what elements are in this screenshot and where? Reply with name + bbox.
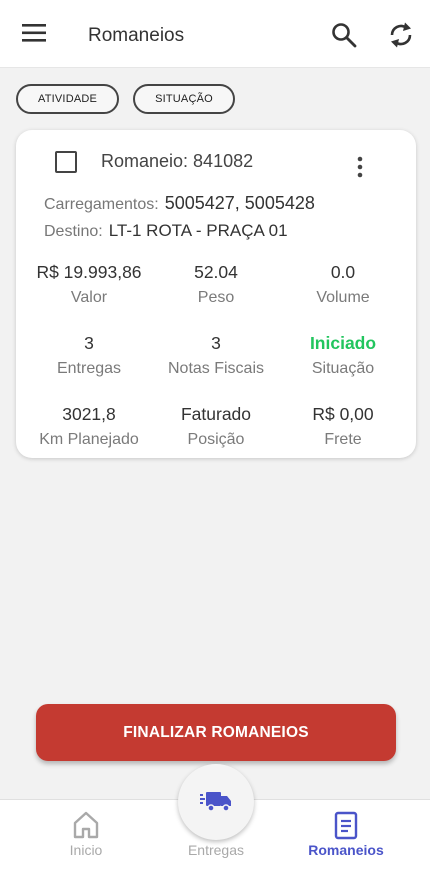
entregas-fab[interactable] bbox=[178, 764, 254, 840]
stat-notas-fiscais: 3 Notas Fiscais bbox=[143, 333, 289, 378]
romaneio-title: Romaneio: 841082 bbox=[101, 151, 254, 171]
select-checkbox[interactable] bbox=[55, 151, 77, 173]
stat-peso: 52.04 Peso bbox=[143, 262, 289, 307]
stat-value: R$ 19.993,86 bbox=[36, 262, 142, 282]
stat-posicao: Faturado Posição bbox=[143, 404, 289, 449]
stat-frete: R$ 0,00 Frete bbox=[270, 404, 416, 449]
stat-label: Valor bbox=[70, 289, 108, 306]
carregamentos-row: Carregamentos: 5005427, 5005428 bbox=[44, 193, 315, 214]
stat-value: 0.0 bbox=[330, 262, 356, 282]
app-bar: Romaneios bbox=[0, 0, 430, 68]
stat-volume: 0.0 Volume bbox=[270, 262, 416, 307]
carregamentos-value: 5005427, 5005428 bbox=[164, 193, 315, 213]
stat-label: Frete bbox=[324, 431, 362, 448]
stat-entregas: 3 Entregas bbox=[16, 333, 162, 378]
destino-row: Destino: LT-1 ROTA - PRAÇA 01 bbox=[44, 221, 288, 241]
filter-bar: ATIVIDADE SITUAÇÃO bbox=[16, 84, 235, 114]
stat-valor: R$ 19.993,86 Valor bbox=[16, 262, 162, 307]
finalize-romaneios-button[interactable]: FINALIZAR ROMANEIOS bbox=[36, 704, 396, 761]
stat-value: R$ 0,00 bbox=[312, 404, 374, 424]
stat-label: Posição bbox=[187, 431, 245, 448]
nav-label: Entregas bbox=[187, 842, 245, 858]
stat-value: 3 bbox=[84, 333, 94, 353]
nav-item-romaneios[interactable]: Romaneios bbox=[286, 800, 406, 869]
stat-label: Entregas bbox=[56, 360, 122, 377]
stat-value: 3 bbox=[211, 333, 221, 353]
sync-icon[interactable] bbox=[386, 19, 416, 51]
filter-chip-atividade[interactable]: ATIVIDADE bbox=[16, 84, 120, 114]
stat-label: Notas Fiscais bbox=[167, 360, 265, 377]
stat-label: Km Planejado bbox=[39, 431, 139, 448]
destino-value: LT-1 ROTA - PRAÇA 01 bbox=[108, 221, 288, 240]
stat-value: 3021,8 bbox=[62, 404, 116, 424]
nav-label: Inicio bbox=[69, 842, 103, 858]
nav-label: Romaneios bbox=[308, 842, 384, 858]
stat-situacao: Iniciado Situação bbox=[270, 333, 416, 378]
carregamentos-label: Carregamentos: bbox=[44, 196, 159, 213]
stat-value: 52.04 bbox=[194, 262, 238, 282]
stat-label: Situação bbox=[311, 360, 375, 377]
document-icon bbox=[334, 811, 358, 840]
more-options-icon[interactable] bbox=[352, 155, 368, 179]
stat-label: Volume bbox=[316, 289, 370, 306]
page-title: Romaneios bbox=[88, 25, 185, 46]
destino-label: Destino: bbox=[44, 223, 103, 240]
home-icon bbox=[73, 811, 99, 839]
romaneio-card[interactable]: Romaneio: 841082 Carregamentos: 5005427,… bbox=[16, 130, 416, 458]
menu-icon[interactable] bbox=[22, 22, 48, 44]
filter-chip-situacao[interactable]: SITUAÇÃO bbox=[133, 84, 235, 114]
stat-km-planejado: 3021,8 Km Planejado bbox=[16, 404, 162, 449]
status-value: Iniciado bbox=[309, 333, 377, 353]
stat-value: Faturado bbox=[180, 404, 252, 424]
stat-label: Peso bbox=[197, 289, 235, 306]
nav-item-inicio[interactable]: Inicio bbox=[26, 800, 146, 869]
search-icon[interactable] bbox=[330, 21, 358, 49]
truck-icon bbox=[200, 792, 231, 812]
